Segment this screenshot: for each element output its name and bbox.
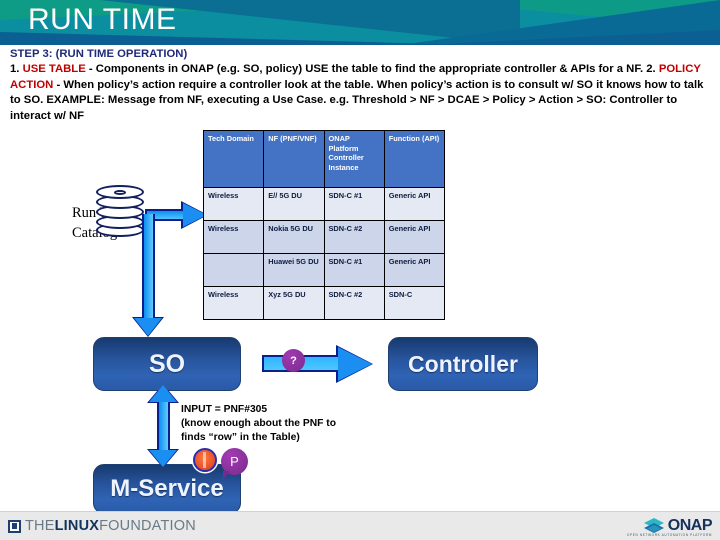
lf-foundation: FOUNDATION — [99, 518, 196, 534]
cell-controller: SDN-C #2 — [323, 286, 385, 320]
arrow-so-to-controller — [262, 345, 382, 383]
linux-foundation-mark-icon — [8, 519, 21, 533]
controller-box: Controller — [388, 337, 538, 391]
table-row: Wireless Nokia 5G DU SDN-C #2 Generic AP… — [202, 220, 446, 254]
database-cylinder-icon — [96, 185, 144, 237]
table-header-row: Tech Domain NF (PNF/VNF) ONAP Platform C… — [202, 130, 446, 188]
runtime-catalog-table: Tech Domain NF (PNF/VNF) ONAP Platform C… — [202, 130, 446, 320]
arrow-catalog-to-so — [132, 206, 178, 342]
column-header-onap-controller: ONAP Platform Controller Instance — [323, 130, 385, 188]
cell-tech-domain — [202, 253, 265, 287]
cell-nf: Xyz 5G DU — [263, 286, 325, 320]
table-row: Huawei 5G DU SDN-C #1 Generic API — [202, 253, 446, 287]
message-icon — [193, 448, 217, 472]
input-note-line1: INPUT = PNF#305 — [181, 404, 268, 415]
policy-badge: P — [221, 448, 248, 479]
cell-tech-domain: Wireless — [202, 187, 265, 221]
cell-tech-domain: Wireless — [202, 220, 265, 254]
step-heading: STEP 3: (RUN TIME OPERATION) — [10, 48, 188, 60]
item2-number: 2. — [646, 63, 656, 76]
item2-text: - When policy’s action require a control… — [10, 78, 704, 122]
cell-controller: SDN-C #1 — [323, 253, 385, 287]
cell-function: SDN-C — [383, 286, 446, 320]
table-row: Wireless Xyz 5G DU SDN-C #2 SDN-C — [202, 286, 446, 320]
footer-bar: THELINUXFOUNDATION ONAP OPEN NETWORK AUT… — [0, 511, 720, 540]
input-note: INPUT = PNF#305 (know enough about the P… — [181, 403, 441, 445]
lf-linux: LINUX — [54, 518, 100, 534]
input-note-line2: (know enough about the PNF to — [181, 418, 337, 429]
cell-function: Generic API — [383, 187, 446, 221]
onap-tagline: OPEN NETWORK AUTOMATION PLATFORM — [626, 533, 712, 537]
lf-the: THE — [25, 518, 55, 534]
question-badge: ? — [282, 349, 305, 372]
banner-shape-deep-right — [420, 30, 720, 45]
item1-number: 1. — [10, 63, 20, 76]
column-header-tech-domain: Tech Domain — [202, 130, 265, 188]
mservice-box: M-Service — [93, 464, 241, 514]
column-header-function: Function (API) — [383, 130, 446, 188]
column-header-nf: NF (PNF/VNF) — [263, 130, 325, 188]
page-title: RUN TIME — [28, 3, 177, 36]
arrow-so-to-mservice — [147, 384, 180, 468]
so-box: SO — [93, 337, 241, 391]
cell-function: Generic API — [383, 253, 446, 287]
cell-function: Generic API — [383, 220, 446, 254]
cell-tech-domain: Wireless — [202, 286, 265, 320]
linux-foundation-logo: THELINUXFOUNDATION — [8, 517, 196, 535]
table-row: Wireless E// 5G DU SDN-C #1 Generic API — [202, 187, 446, 221]
item1-text: - Components in ONAP (e.g. SO, policy) U… — [85, 63, 644, 76]
cell-nf: E// 5G DU — [263, 187, 325, 221]
item1-keyword: USE TABLE — [22, 63, 86, 76]
linux-foundation-text: THELINUXFOUNDATION — [25, 518, 196, 534]
cell-nf: Huawei 5G DU — [263, 253, 325, 287]
cell-controller: SDN-C #1 — [323, 187, 385, 221]
header-banner: RUN TIME — [0, 0, 720, 45]
description-text: STEP 3: (RUN TIME OPERATION) 1. USE TABL… — [10, 47, 710, 124]
input-note-line3: finds “row” in the Table) — [181, 432, 300, 443]
cell-nf: Nokia 5G DU — [263, 220, 325, 254]
cell-controller: SDN-C #2 — [323, 220, 385, 254]
